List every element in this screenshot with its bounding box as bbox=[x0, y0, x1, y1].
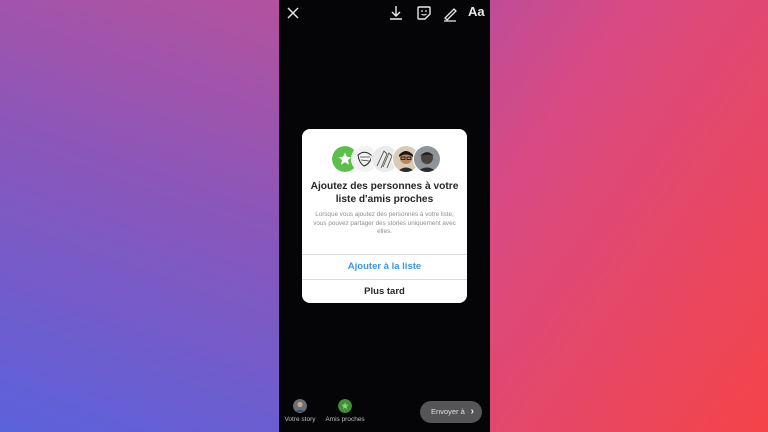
your-story-label: Votre story bbox=[284, 416, 316, 423]
send-to-button[interactable]: Envoyer à › bbox=[420, 401, 482, 423]
close-icon[interactable] bbox=[284, 4, 302, 22]
story-toolbar: Aa bbox=[279, 0, 490, 26]
dialog-description: Lorsque vous ajoutez des personnes à vot… bbox=[313, 211, 456, 235]
dialog-title: Ajoutez des personnes à votre liste d'am… bbox=[310, 181, 459, 205]
send-to-label: Envoyer à bbox=[431, 407, 465, 416]
add-to-list-button[interactable]: Ajouter à la liste bbox=[302, 254, 467, 279]
your-story-option[interactable]: Votre story bbox=[284, 399, 316, 423]
chevron-right-icon: › bbox=[470, 406, 474, 417]
later-button[interactable]: Plus tard bbox=[302, 279, 467, 303]
close-friends-option[interactable]: Amis proches bbox=[323, 399, 367, 423]
close-friends-label: Amis proches bbox=[325, 416, 365, 423]
close-friends-star-icon bbox=[338, 399, 352, 413]
avatar-group bbox=[331, 145, 441, 173]
draw-icon[interactable] bbox=[441, 4, 459, 22]
close-friends-dialog: Ajoutez des personnes à votre liste d'am… bbox=[302, 129, 467, 303]
sticker-icon[interactable] bbox=[415, 4, 433, 22]
story-editor-screen: Aa Ajoutez des personnes à votre liste d… bbox=[279, 0, 490, 432]
avatar bbox=[293, 399, 307, 413]
text-tool-button[interactable]: Aa bbox=[468, 4, 485, 19]
avatar bbox=[413, 145, 441, 173]
download-icon[interactable] bbox=[387, 4, 405, 22]
background-gradient-left bbox=[0, 0, 280, 432]
